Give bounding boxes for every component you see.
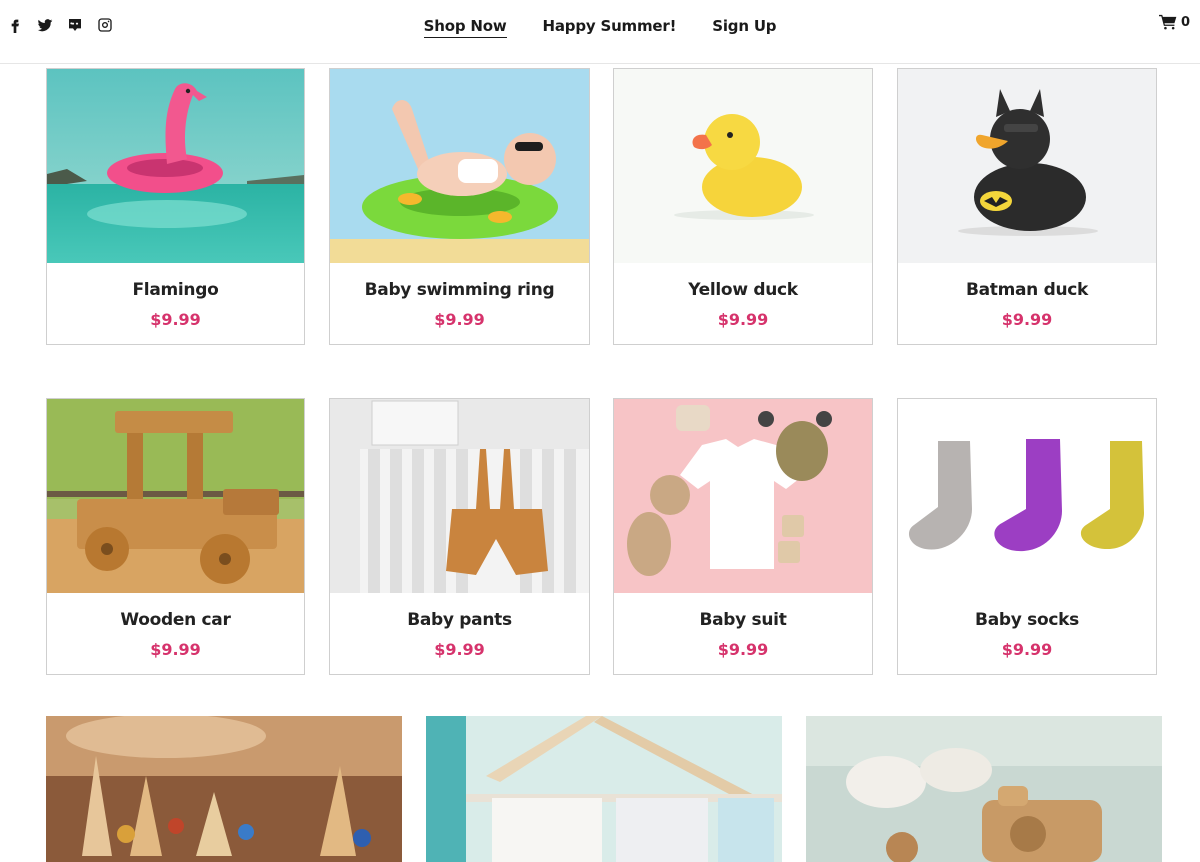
product-name: Wooden car — [120, 610, 231, 630]
nav-happy-summer[interactable]: Happy Summer! — [543, 17, 677, 38]
product-price: $9.99 — [1001, 310, 1053, 329]
cart-count: 0 — [1180, 14, 1190, 30]
product-card-flamingo[interactable]: Flamingo $9.99 — [46, 68, 305, 345]
product-price: $9.99 — [150, 640, 201, 659]
product-name: Batman duck — [965, 280, 1089, 300]
product-name: Baby pants — [407, 610, 512, 630]
product-price: $9.99 — [434, 310, 485, 329]
wooden-car-photo — [47, 399, 304, 593]
baby-socks-photo — [898, 399, 1156, 593]
product-name: Flamingo — [132, 280, 219, 300]
product-card-wooden-car[interactable]: Wooden car $9.99 — [46, 398, 305, 675]
flamingo-float-photo — [47, 69, 304, 263]
product-price: $9.99 — [717, 310, 769, 329]
product-card-baby-pants[interactable]: Baby pants $9.99 — [329, 398, 590, 675]
product-price: $9.99 — [1001, 640, 1053, 659]
product-name: Baby socks — [975, 610, 1079, 630]
baby-shoes-toys-photo — [806, 716, 1162, 862]
product-price: $9.99 — [150, 310, 201, 329]
top-navigation-bar: Shop Now Happy Summer! Sign Up 0 — [0, 0, 1200, 64]
baby-pants-photo — [330, 399, 589, 593]
product-name: Baby suit — [699, 610, 787, 630]
product-card-baby-socks[interactable]: Baby socks $9.99 — [897, 398, 1157, 675]
cart-button[interactable]: 0 — [1158, 14, 1190, 30]
product-card-baby-suit[interactable]: Baby suit $9.99 — [613, 398, 873, 675]
wooden-toys-photo — [46, 716, 402, 862]
nav-sign-up[interactable]: Sign Up — [712, 17, 776, 38]
yellow-duck-photo — [614, 69, 872, 263]
product-name: Yellow duck — [688, 280, 798, 300]
product-card-batman-duck[interactable]: Batman duck $9.99 — [897, 68, 1157, 345]
baby-suit-photo — [614, 399, 872, 593]
product-price: $9.99 — [434, 640, 485, 659]
banner-wooden-toys[interactable] — [46, 716, 402, 862]
nav-shop-now[interactable]: Shop Now — [423, 17, 507, 38]
banner-baby-clothes[interactable] — [426, 716, 782, 862]
product-name: Baby swimming ring — [364, 280, 555, 300]
product-card-baby-swimming-ring[interactable]: Baby swimming ring $9.99 — [329, 68, 590, 345]
batman-duck-photo — [898, 69, 1156, 263]
baby-swimming-ring-photo — [330, 69, 589, 263]
product-card-yellow-duck[interactable]: Yellow duck $9.99 — [613, 68, 873, 345]
banner-baby-shoes-toys[interactable] — [806, 716, 1162, 862]
product-price: $9.99 — [717, 640, 769, 659]
baby-clothes-rack-photo — [426, 716, 782, 862]
main-nav: Shop Now Happy Summer! Sign Up — [0, 17, 1200, 38]
cart-icon — [1158, 14, 1177, 30]
